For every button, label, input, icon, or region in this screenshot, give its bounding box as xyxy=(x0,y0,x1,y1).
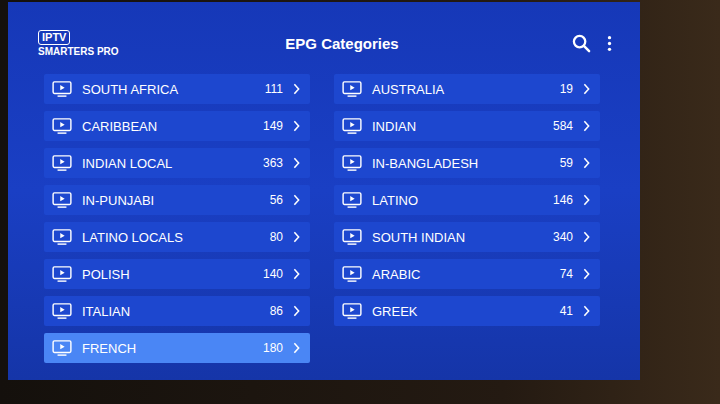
category-name: IN-PUNJABI xyxy=(82,193,260,208)
chevron-right-icon xyxy=(293,83,300,95)
tv-icon xyxy=(52,155,72,171)
tv-icon xyxy=(342,81,362,97)
category-row[interactable]: IN-BANGLADESH 59 xyxy=(334,148,600,178)
category-count: 41 xyxy=(560,304,573,318)
chevron-right-icon xyxy=(293,120,300,132)
category-count: 86 xyxy=(270,304,283,318)
tv-icon xyxy=(342,266,362,282)
category-name: GREEK xyxy=(372,304,550,319)
tv-icon xyxy=(52,229,72,245)
chevron-right-icon xyxy=(583,268,590,280)
chevron-right-icon xyxy=(293,305,300,317)
category-row[interactable]: POLISH 140 xyxy=(44,259,310,289)
category-count: 340 xyxy=(553,230,573,244)
tv-icon xyxy=(52,118,72,134)
chevron-right-icon xyxy=(293,342,300,354)
chevron-right-icon xyxy=(583,120,590,132)
app-logo: IPTVSMARTERS PRO xyxy=(44,30,245,57)
chevron-right-icon xyxy=(583,231,590,243)
category-column: AUSTRALIA 19 INDIAN 584 IN-BANGLADESH 59 LATIN… xyxy=(334,74,600,363)
category-name: IN-BANGLADESH xyxy=(372,156,550,171)
tv-icon xyxy=(342,229,362,245)
category-name: LATINO xyxy=(372,193,543,208)
category-row[interactable]: LATINO LOCALS 80 xyxy=(44,222,310,252)
category-name: INDIAN LOCAL xyxy=(82,156,253,171)
tv-icon xyxy=(52,192,72,208)
app-screen: IPTVSMARTERS PROEPG CategoriesSOUTH AFRI… xyxy=(8,2,640,380)
category-name: INDIAN xyxy=(372,119,543,134)
tv-photo: IPTVSMARTERS PROEPG CategoriesSOUTH AFRI… xyxy=(0,0,720,404)
category-name: ITALIAN xyxy=(82,304,260,319)
category-row[interactable]: INDIAN 584 xyxy=(334,111,600,141)
category-count: 74 xyxy=(560,267,573,281)
category-count: 363 xyxy=(263,156,283,170)
category-count: 111 xyxy=(265,82,283,96)
category-name: ARABIC xyxy=(372,267,550,282)
category-count: 149 xyxy=(263,119,283,133)
tv-icon xyxy=(342,118,362,134)
category-name: LATINO LOCALS xyxy=(82,230,260,245)
category-count: 19 xyxy=(560,82,573,96)
tv-icon xyxy=(52,81,72,97)
category-count: 56 xyxy=(270,193,283,207)
header-actions xyxy=(399,34,612,53)
category-name: CARIBBEAN xyxy=(82,119,253,134)
header: IPTVSMARTERS PRO EPG Categories xyxy=(44,2,600,70)
chevron-right-icon xyxy=(583,305,590,317)
category-row[interactable]: AUSTRALIA 19 xyxy=(334,74,600,104)
chevron-right-icon xyxy=(583,157,590,169)
more-menu-icon[interactable] xyxy=(607,35,612,52)
category-count: 140 xyxy=(263,267,283,281)
logo-smarters: SMARTERS PRO xyxy=(38,47,245,57)
category-row[interactable]: SOUTH INDIAN 340 xyxy=(334,222,600,252)
category-row[interactable]: GREEK 41 xyxy=(334,296,600,326)
category-row[interactable]: SOUTH AFRICA 111 xyxy=(44,74,310,104)
tv-icon xyxy=(52,303,72,319)
category-count: 146 xyxy=(553,193,573,207)
logo-iptv: IPTV xyxy=(38,30,70,45)
category-grid: SOUTH AFRICA 111 CARIBBEAN 149 INDIAN LOCAL 3… xyxy=(44,74,600,363)
category-row[interactable]: ITALIAN 86 xyxy=(44,296,310,326)
category-count: 584 xyxy=(553,119,573,133)
category-name: POLISH xyxy=(82,267,253,282)
page-title: EPG Categories xyxy=(285,35,398,52)
chevron-right-icon xyxy=(293,194,300,206)
search-icon[interactable] xyxy=(572,34,591,53)
category-name: SOUTH INDIAN xyxy=(372,230,543,245)
category-name: SOUTH AFRICA xyxy=(82,82,255,97)
chevron-right-icon xyxy=(583,83,590,95)
category-row[interactable]: INDIAN LOCAL 363 xyxy=(44,148,310,178)
tv-icon xyxy=(342,192,362,208)
category-column: SOUTH AFRICA 111 CARIBBEAN 149 INDIAN LOCAL 3… xyxy=(44,74,310,363)
category-row[interactable]: CARIBBEAN 149 xyxy=(44,111,310,141)
tv-icon xyxy=(52,340,72,356)
tv-icon xyxy=(342,303,362,319)
category-row[interactable]: ARABIC 74 xyxy=(334,259,600,289)
chevron-right-icon xyxy=(293,157,300,169)
category-count: 80 xyxy=(270,230,283,244)
chevron-right-icon xyxy=(293,231,300,243)
category-row[interactable]: IN-PUNJABI 56 xyxy=(44,185,310,215)
category-count: 180 xyxy=(263,341,283,355)
tv-icon xyxy=(342,155,362,171)
category-count: 59 xyxy=(560,156,573,170)
category-row[interactable]: LATINO 146 xyxy=(334,185,600,215)
chevron-right-icon xyxy=(583,194,590,206)
category-name: FRENCH xyxy=(82,341,253,356)
category-name: AUSTRALIA xyxy=(372,82,550,97)
tv-icon xyxy=(52,266,72,282)
chevron-right-icon xyxy=(293,268,300,280)
category-row[interactable]: FRENCH 180 xyxy=(44,333,310,363)
